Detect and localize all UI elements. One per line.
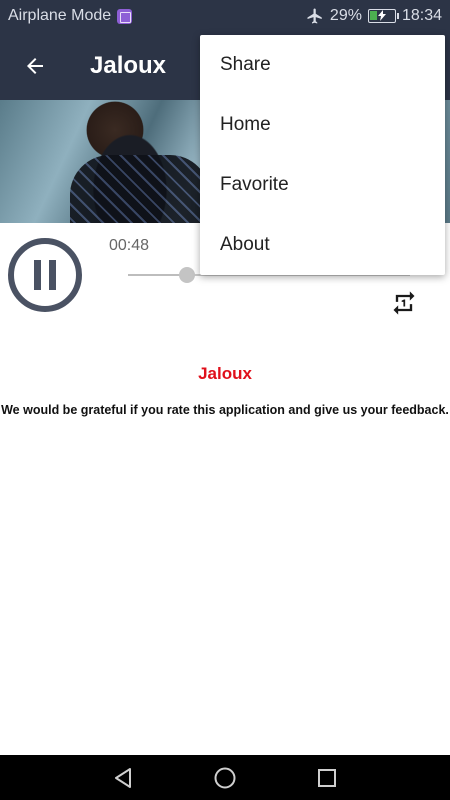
app-screen: Airplane Mode 29% 18:34 Jaloux 00:48 Jal…	[0, 0, 450, 800]
repeat-button[interactable]	[390, 289, 418, 317]
menu-item-about[interactable]: About	[200, 215, 445, 275]
pause-button[interactable]	[8, 238, 82, 312]
repeat-one-icon	[393, 291, 415, 315]
home-circle-icon	[214, 767, 236, 788]
menu-item-home[interactable]: Home	[200, 95, 445, 155]
arrow-left-icon	[27, 58, 43, 74]
nav-recents-button[interactable]	[315, 766, 339, 790]
back-button[interactable]	[0, 32, 70, 100]
nav-home-button[interactable]	[213, 766, 237, 790]
menu-item-share[interactable]: Share	[200, 35, 445, 95]
system-nav-bar	[0, 755, 450, 800]
back-triangle-icon	[115, 767, 131, 788]
nav-back-button[interactable]	[111, 766, 135, 790]
elapsed-time: 00:48	[109, 237, 150, 254]
gallery-badge-icon	[117, 8, 133, 24]
airplane-mode-label: Airplane Mode	[8, 7, 112, 24]
battery-charging-icon	[367, 9, 399, 23]
airplane-icon	[307, 8, 322, 24]
overflow-menu: Share Home Favorite About	[200, 35, 445, 275]
page-title: Jaloux	[90, 52, 167, 79]
recents-square-icon	[318, 768, 336, 787]
battery-percent: 29%	[329, 7, 362, 24]
song-title: Jaloux	[198, 364, 252, 383]
status-bar: Airplane Mode 29% 18:34	[0, 0, 450, 32]
seek-thumb[interactable]	[179, 267, 196, 283]
pause-icon	[34, 260, 41, 290]
rate-message: We would be grateful if you rate this ap…	[1, 403, 449, 417]
clock: 18:34	[401, 7, 442, 24]
menu-item-favorite[interactable]: Favorite	[200, 155, 445, 215]
